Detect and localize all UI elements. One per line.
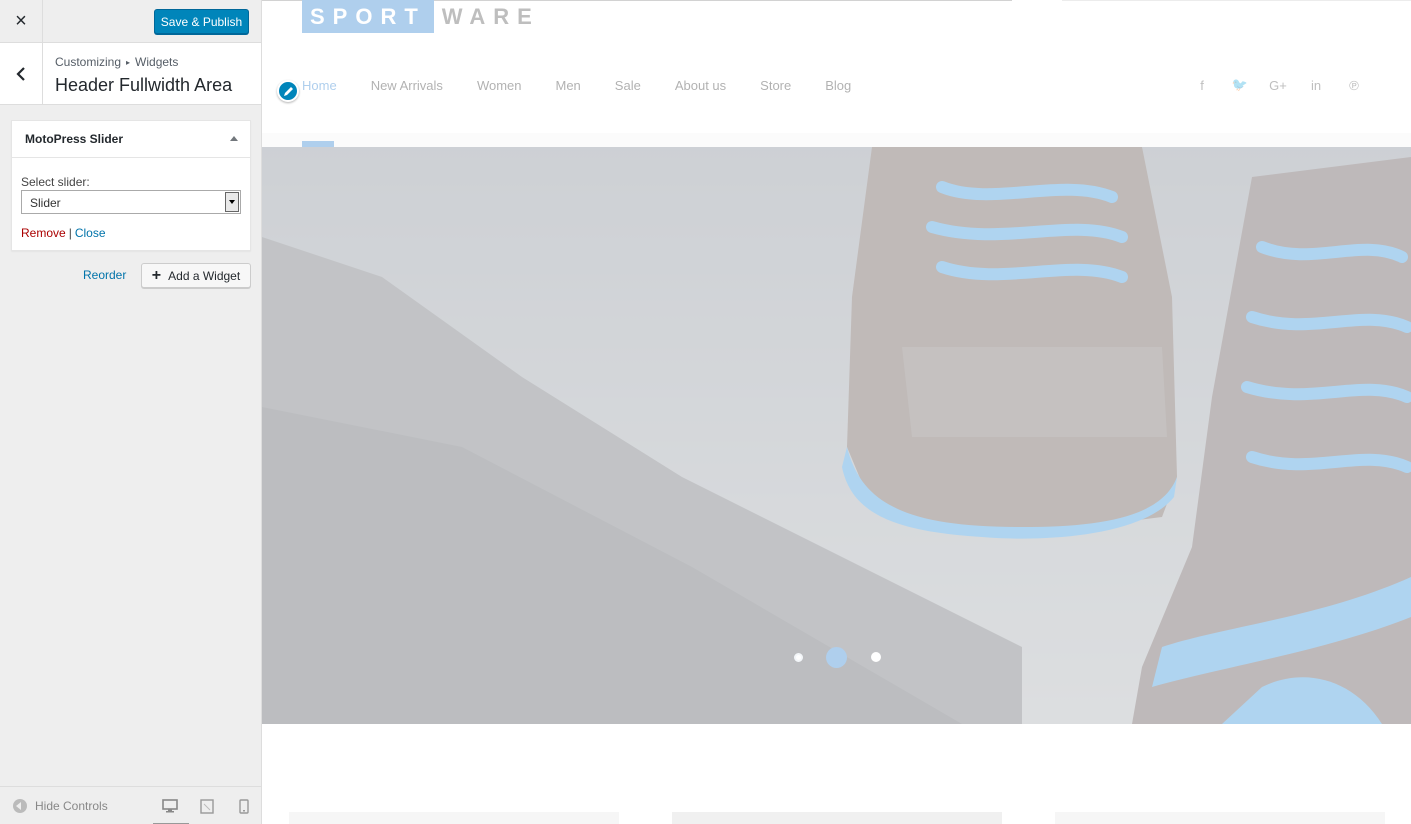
breadcrumb-current: Widgets [135, 55, 179, 69]
nav-item-sale[interactable]: Sale [615, 78, 641, 93]
chevron-left-icon [16, 66, 25, 81]
site-preview: SPORT WARE Home New Arrivals Women Men S… [262, 0, 1411, 824]
pencil-icon [283, 86, 293, 96]
main-nav: Home New Arrivals Women Men Sale About u… [302, 78, 851, 93]
product-card-2[interactable] [672, 812, 1002, 824]
add-widget-label: Add a Widget [168, 268, 241, 283]
site-logo[interactable]: SPORT WARE [302, 0, 548, 33]
nav-item-store[interactable]: Store [760, 78, 791, 93]
nav-item-new-arrivals[interactable]: New Arrivals [371, 78, 443, 93]
actions-separator: | [68, 226, 72, 240]
facebook-icon[interactable]: f [1183, 76, 1221, 94]
logo-ware-text: WARE [441, 3, 540, 29]
breadcrumb: Customizing ▸ Widgets [55, 55, 178, 69]
tablet-icon [200, 798, 214, 814]
back-button[interactable] [0, 43, 43, 104]
widget-header[interactable]: MotoPress Slider [12, 121, 250, 158]
mobile-preview-button[interactable] [235, 798, 253, 814]
widget-title: MotoPress Slider [25, 132, 124, 146]
customizer-header: × Save & Publish [0, 0, 261, 43]
logo-sport-text: SPORT [302, 0, 434, 33]
hide-controls-label: Hide Controls [35, 799, 108, 813]
mobile-icon [239, 798, 249, 814]
section-title: Header Fullwidth Area [55, 75, 233, 95]
customizer-footer: Hide Controls [0, 786, 261, 824]
slider-select-value: Slider [30, 196, 61, 210]
nav-item-blog[interactable]: Blog [825, 78, 851, 93]
widget-actions: Remove | Close [21, 226, 106, 240]
pinterest-icon[interactable]: ℗ [1335, 76, 1373, 94]
desktop-preview-button[interactable] [153, 798, 189, 824]
add-widget-button[interactable]: + Add a Widget [141, 263, 251, 288]
close-widget-link[interactable]: Close [75, 226, 106, 240]
close-customizer-button[interactable]: × [0, 0, 43, 43]
remove-widget-link[interactable]: Remove [21, 226, 66, 240]
plus-icon: + [151, 266, 162, 284]
nav-item-women[interactable]: Women [477, 78, 522, 93]
twitter-icon[interactable]: 🐦 [1221, 76, 1259, 94]
select-slider-label: Select slider: [21, 175, 90, 189]
social-links: f 🐦 G+ in ℗ [1183, 76, 1373, 94]
nav-item-home[interactable]: Home [302, 78, 337, 93]
nav-item-men[interactable]: Men [556, 78, 581, 93]
save-publish-button[interactable]: Save & Publish [154, 9, 249, 34]
slider-dot-3[interactable] [871, 652, 881, 662]
content-area [262, 724, 1411, 824]
reorder-link[interactable]: Reorder [83, 268, 126, 282]
product-card-3[interactable] [1055, 812, 1385, 824]
close-icon: × [15, 10, 27, 32]
breadcrumb-separator: ▸ [126, 58, 131, 67]
header-divider-right [1062, 0, 1411, 1]
desktop-icon [162, 799, 178, 813]
product-card-1[interactable] [289, 812, 619, 824]
edit-shortcut-button[interactable] [277, 80, 299, 102]
collapse-sidebar-icon [13, 799, 27, 813]
linkedin-icon[interactable]: in [1297, 76, 1335, 94]
nav-item-about-us[interactable]: About us [675, 78, 726, 93]
slider-select[interactable]: Slider [21, 190, 241, 214]
google-plus-icon[interactable]: G+ [1259, 76, 1297, 94]
header-bottom-strip [262, 133, 1411, 147]
tablet-preview-button[interactable] [198, 798, 216, 814]
motopress-slider-widget: MotoPress Slider Select slider: Slider R… [11, 120, 251, 251]
hero-slider[interactable] [262, 147, 1411, 724]
hide-controls-button[interactable]: Hide Controls [13, 799, 108, 813]
slider-dot-2[interactable] [826, 647, 847, 668]
slider-dot-1[interactable] [794, 653, 803, 662]
collapse-arrow-icon[interactable] [230, 136, 238, 141]
breadcrumb-root: Customizing [55, 55, 122, 69]
customizer-sidebar: × Save & Publish Customizing ▸ Widgets Hea… [0, 0, 262, 824]
dropdown-arrow-icon[interactable] [225, 192, 239, 212]
slide-image [262, 147, 1411, 724]
section-header: Customizing ▸ Widgets Header Fullwidth Are… [0, 43, 261, 105]
